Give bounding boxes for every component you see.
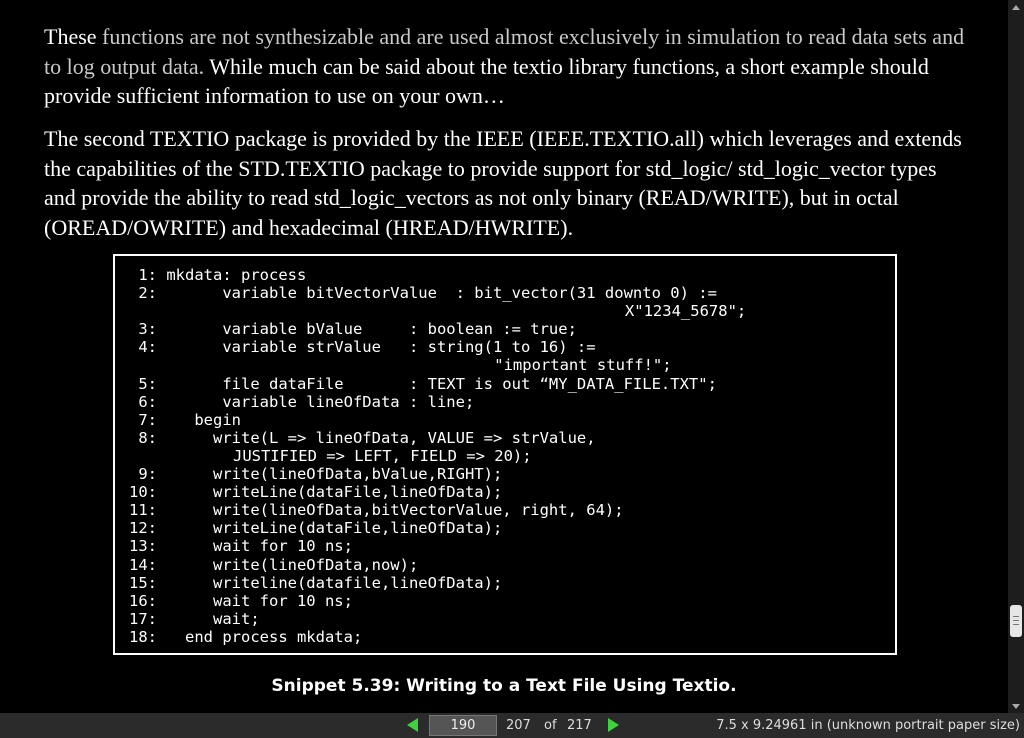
scroll-up-icon[interactable] [1008, 0, 1024, 14]
code-text: writeLine(dataFile,lineOfData); [157, 483, 503, 502]
code-line: 2: variable bitVectorValue : bit_vector(… [121, 284, 889, 320]
paragraph-textio-intro: These functions are not synthesizable an… [44, 22, 969, 111]
code-line: 17: wait; [121, 610, 889, 628]
code-line: 9: write(lineOfData,bValue,RIGHT); [121, 465, 889, 483]
next-page-icon[interactable] [608, 718, 619, 732]
line-number: 2: [138, 284, 157, 303]
code-line: 1: mkdata: process [121, 266, 889, 284]
line-number: 14: [129, 555, 157, 574]
code-line: 13: wait for 10 ns; [121, 537, 889, 555]
code-text: wait; [157, 609, 260, 628]
code-text: write(lineOfData,bitVectorValue, right, … [157, 501, 624, 520]
code-text: variable bValue : boolean := true; [157, 320, 577, 339]
code-line: 8: write(L => lineOfData, VALUE => strVa… [121, 429, 889, 465]
code-text: wait for 10 ns; [157, 591, 353, 610]
line-number: 6: [138, 392, 157, 411]
code-text: write(lineOfData,bValue,RIGHT); [157, 465, 503, 484]
vertical-scrollbar[interactable] [1008, 0, 1024, 713]
code-text: file dataFile : TEXT is out “MY_DATA_FIL… [157, 374, 717, 393]
code-line: 6: variable lineOfData : line; [121, 393, 889, 411]
code-line: 3: variable bValue : boolean := true; [121, 320, 889, 338]
code-line: 16: wait for 10 ns; [121, 592, 889, 610]
scroll-down-icon[interactable] [1008, 699, 1024, 713]
code-listing: 1: mkdata: process 2: variable bitVectorV… [121, 266, 889, 646]
previous-page-icon[interactable] [407, 718, 418, 732]
code-line: 15: writeline(datafile,lineOfData); [121, 574, 889, 592]
code-text: writeline(datafile,lineOfData); [157, 573, 503, 592]
line-number: 5: [138, 374, 157, 393]
code-text: variable lineOfData : line; [157, 392, 475, 411]
line-number: 4: [138, 338, 157, 357]
line-number: 12: [129, 519, 157, 538]
code-line: 18: end process mkdata; [121, 628, 889, 646]
code-line: 5: file dataFile : TEXT is out “MY_DATA_… [121, 375, 889, 393]
code-snippet-box: 1: mkdata: process 2: variable bitVectorV… [113, 254, 897, 655]
code-text: writeLine(dataFile,lineOfData); [157, 519, 503, 538]
code-line: 10: writeLine(dataFile,lineOfData); [121, 483, 889, 501]
code-text: write(lineOfData,now); [157, 555, 419, 574]
total-pages: 217 [567, 718, 592, 733]
line-number: 7: [138, 410, 157, 429]
code-text: begin [157, 410, 241, 429]
paragraph-lead: These [44, 24, 97, 49]
code-text: variable bitVectorValue : bit_vector(31 … [222, 284, 747, 321]
line-number: 13: [129, 537, 157, 556]
code-text: wait for 10 ns; [157, 537, 353, 556]
line-number: 10: [129, 483, 157, 502]
code-line: 14: write(lineOfData,now); [121, 556, 889, 574]
code-line: 11: write(lineOfData,bitVectorValue, rig… [121, 501, 889, 519]
line-number: 17: [129, 609, 157, 628]
of-label: of [544, 718, 557, 733]
code-text: variable strValue : string(1 to 16) := "… [222, 338, 672, 375]
snippet-caption: Snippet 5.39: Writing to a Text File Usi… [271, 676, 737, 696]
paper-size-label: 7.5 x 9.24961 in (unknown portrait paper… [716, 718, 1020, 733]
paragraph-ieee-textio: The second TEXTIO package is provided by… [44, 126, 962, 240]
line-number: 9: [138, 465, 157, 484]
code-text: write(L => lineOfData, VALUE => strValue… [212, 428, 596, 465]
page-number-input[interactable] [429, 715, 497, 736]
line-number: 3: [138, 320, 157, 339]
line-number: 11: [129, 501, 157, 520]
line-number: 8: [138, 428, 157, 447]
line-number: 15: [129, 573, 157, 592]
code-line: 4: variable strValue : string(1 to 16) :… [121, 338, 889, 374]
line-number: 16: [129, 591, 157, 610]
code-line: 7: begin [121, 411, 889, 429]
document-viewport[interactable]: These functions are not synthesizable an… [0, 0, 1008, 713]
code-line: 12: writeLine(dataFile,lineOfData); [121, 519, 889, 537]
code-text: end process mkdata; [157, 627, 363, 646]
code-text: mkdata: process [157, 266, 307, 284]
scrollbar-thumb[interactable] [1010, 605, 1022, 637]
line-number: 18: [129, 627, 157, 646]
status-bar: 207 of 217 7.5 x 9.24961 in (unknown por… [0, 713, 1024, 738]
line-number: 1: [138, 266, 157, 284]
current-page-number: 207 [506, 718, 531, 733]
